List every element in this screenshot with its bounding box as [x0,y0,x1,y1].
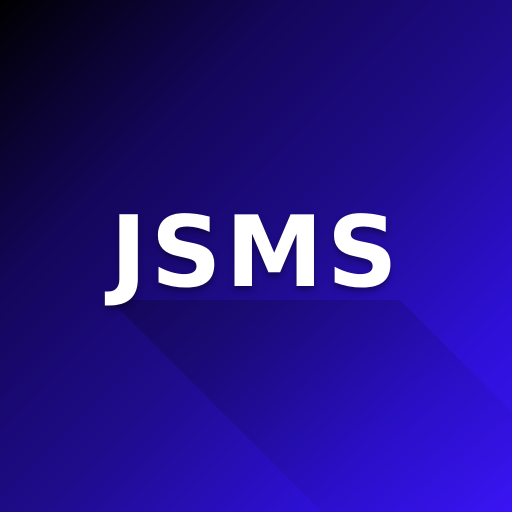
logo-wordmark: JSMS [110,196,402,310]
app-icon-tile: JSMS [0,0,512,512]
